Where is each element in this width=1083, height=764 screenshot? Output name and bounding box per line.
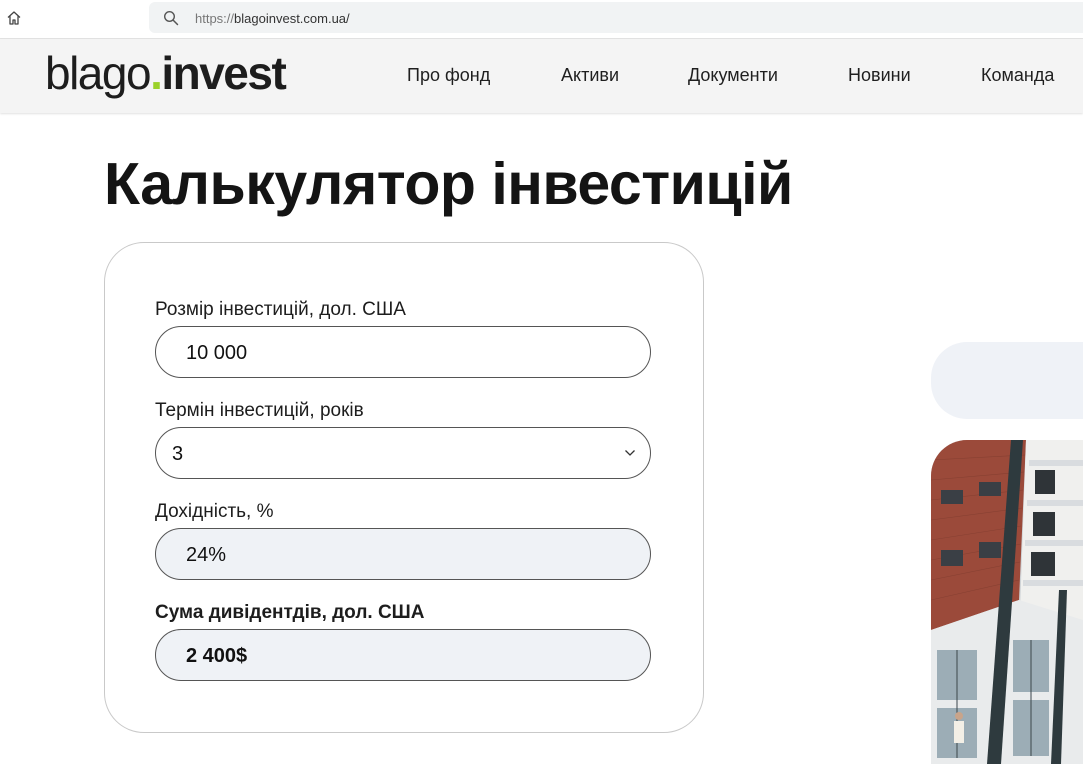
amount-input[interactable]: 10 000 xyxy=(155,326,651,378)
page-title: Калькулятор інвестицій xyxy=(104,151,793,217)
nav-item-team[interactable]: Команда xyxy=(981,65,1054,86)
logo-text-blago: blago xyxy=(45,47,152,99)
amount-value: 10 000 xyxy=(186,342,248,364)
site-header: blago.invest Про фонд Активи Документи Н… xyxy=(0,39,1083,113)
home-icon[interactable] xyxy=(5,9,23,27)
nav-item-documents[interactable]: Документи xyxy=(688,65,778,86)
site-logo[interactable]: blago.invest xyxy=(45,46,287,100)
building-photo xyxy=(931,440,1083,764)
url-text[interactable]: https://blagoinvest.com.ua/ xyxy=(195,11,350,26)
building-illustration xyxy=(931,440,1083,764)
dividends-field: 2 400$ xyxy=(155,629,651,681)
dividends-label: Сума дивідентдів, дол. США xyxy=(155,602,425,623)
logo-dot: . xyxy=(150,47,163,99)
investment-calculator-card: Розмір інвестицій, дол. США 10 000 Термі… xyxy=(104,242,704,733)
term-label: Термін інвестицій, років xyxy=(155,400,364,421)
nav-item-news[interactable]: Новини xyxy=(848,65,911,86)
term-select[interactable]: 3 xyxy=(155,427,651,479)
url-host: blagoinvest.com.ua/ xyxy=(234,11,350,26)
browser-toolbar: https://blagoinvest.com.ua/ xyxy=(0,0,1083,39)
term-value: 3 xyxy=(172,443,184,465)
amount-label: Розмір інвестицій, дол. США xyxy=(155,299,406,320)
url-scheme: https:// xyxy=(195,11,235,26)
address-bar[interactable]: https://blagoinvest.com.ua/ xyxy=(149,2,1083,33)
nav-item-assets[interactable]: Активи xyxy=(561,65,619,86)
side-panel-pill xyxy=(931,342,1083,419)
logo-text-invest: invest xyxy=(161,47,286,99)
yield-value: 24% xyxy=(186,544,227,566)
nav-item-about-fund[interactable]: Про фонд xyxy=(407,65,490,86)
yield-field: 24% xyxy=(155,528,651,580)
search-icon xyxy=(163,10,179,26)
yield-label: Дохідність, % xyxy=(155,501,274,522)
chevron-down-icon xyxy=(625,450,635,456)
dividends-value: 2 400$ xyxy=(186,645,248,667)
